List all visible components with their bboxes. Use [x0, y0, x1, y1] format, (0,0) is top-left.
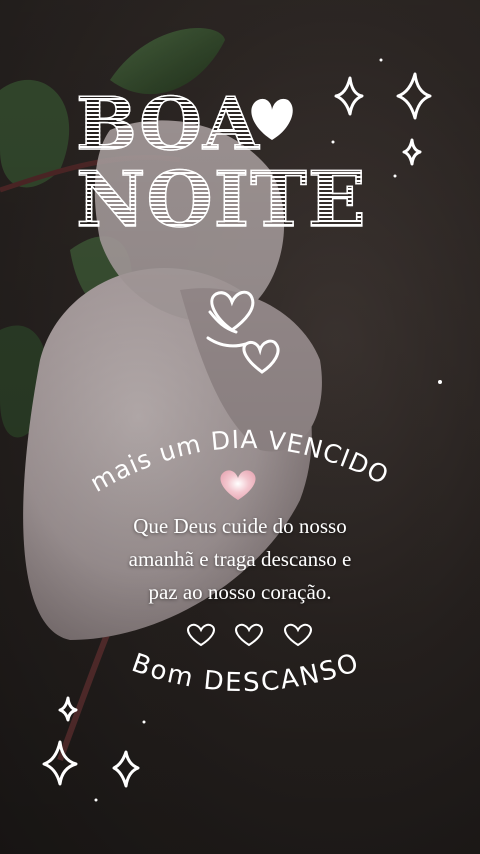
outline-hearts-icon — [206, 290, 280, 374]
message-line: amanhã e traga descanso e — [128, 547, 352, 571]
greeting-card: BOA NOITE mais um DIA VENCIDO Bom DESCAN… — [0, 0, 480, 854]
arc-bottom-text: Bom DESCANSO — [128, 647, 364, 698]
heart-icon — [251, 98, 293, 140]
sparkle-icon — [334, 72, 432, 166]
message-text: Que Deus cuide do nosso amanhã e traga d… — [60, 510, 420, 609]
message-line: paz ao nosso coração. — [148, 580, 332, 604]
glowing-heart-icon — [220, 470, 256, 500]
decorations: mais um DIA VENCIDO Bom DESCANSO — [42, 58, 442, 802]
small-hearts-icon — [187, 623, 312, 647]
sparkle-icon — [42, 696, 140, 788]
message-line: Que Deus cuide do nosso — [133, 514, 347, 538]
